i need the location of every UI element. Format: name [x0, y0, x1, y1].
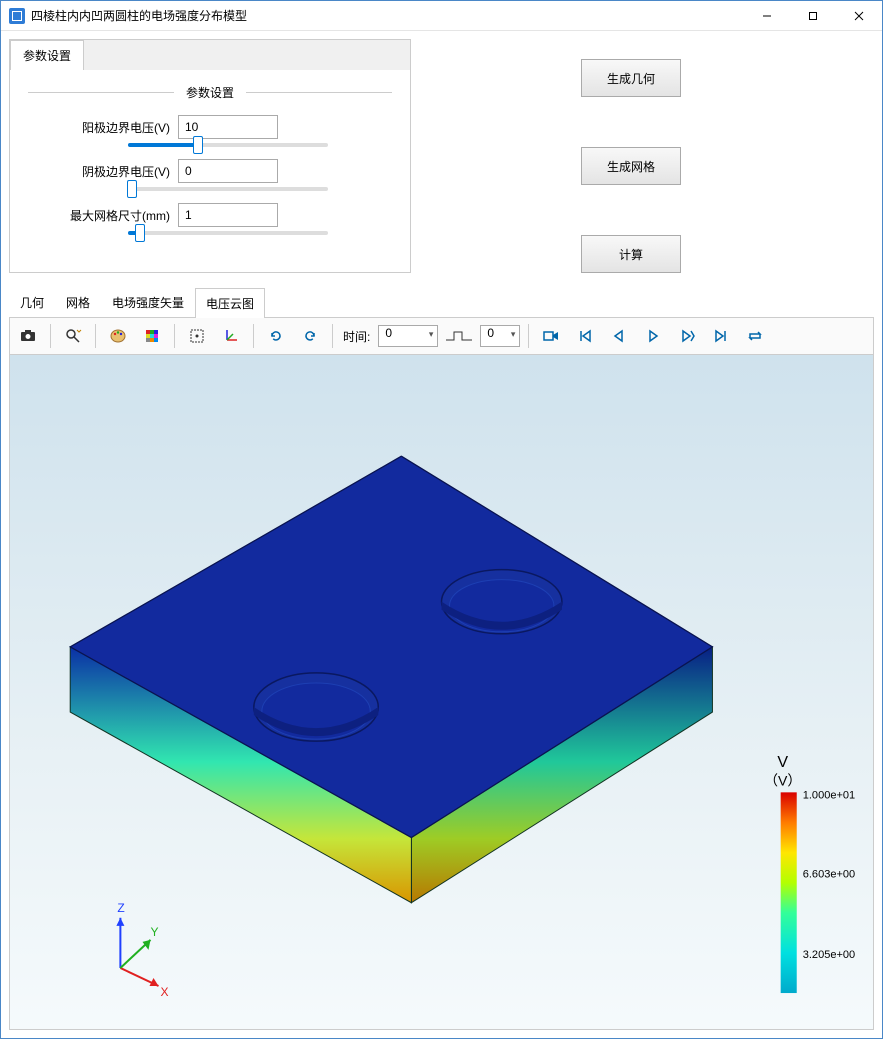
zoom-icon[interactable] — [59, 322, 87, 350]
cathode-voltage-input[interactable] — [178, 159, 278, 183]
svg-text:6.603e+00: 6.603e+00 — [803, 869, 855, 881]
3d-viewport[interactable]: V （V） — [9, 355, 874, 1030]
rotate-ccw-icon[interactable] — [262, 322, 290, 350]
mesh-size-input[interactable] — [178, 203, 278, 227]
rotate-cw-icon[interactable] — [296, 322, 324, 350]
tab-voltage-cloud[interactable]: 电压云图 — [195, 288, 265, 318]
tab-mesh[interactable]: 网格 — [55, 287, 101, 317]
tab-geometry[interactable]: 几何 — [9, 287, 55, 317]
color-legend: V （V） — [764, 753, 855, 993]
generate-geometry-button[interactable]: 生成几何 — [581, 59, 681, 97]
svg-text:V: V — [777, 753, 788, 771]
vis-tab-strip: 几何 网格 电场强度矢量 电压云图 — [9, 287, 874, 318]
tab-params[interactable]: 参数设置 — [10, 40, 84, 70]
step-waveform-icon — [444, 328, 474, 344]
palette-icon[interactable] — [104, 322, 132, 350]
svg-text:Y: Y — [150, 925, 158, 939]
mesh-size-label: 最大网格尺寸(mm) — [28, 207, 178, 224]
anode-voltage-slider[interactable] — [128, 143, 328, 147]
svg-text:1.000e+01: 1.000e+01 — [803, 789, 855, 801]
svg-text:Z: Z — [117, 901, 124, 915]
last-frame-icon[interactable] — [707, 322, 735, 350]
cathode-voltage-label: 阴极边界电压(V) — [28, 163, 178, 180]
param-tabset: 参数设置 参数设置 阳极边界电压(V) — [9, 39, 411, 273]
minimize-button[interactable] — [744, 1, 790, 31]
step-combo[interactable]: 0 — [480, 325, 520, 347]
viewer-toolbar: 时间: 0 0 — [9, 318, 874, 355]
fit-view-icon[interactable] — [183, 322, 211, 350]
play-icon[interactable] — [639, 322, 667, 350]
loop-icon[interactable] — [741, 322, 769, 350]
app-icon — [9, 8, 25, 24]
svg-text:（V）: （V） — [764, 772, 801, 788]
cathode-voltage-slider[interactable] — [128, 187, 328, 191]
screenshot-icon[interactable] — [14, 322, 42, 350]
window-title: 四棱柱内内凹两圆柱的电场强度分布模型 — [31, 7, 744, 24]
close-button[interactable] — [836, 1, 882, 31]
compute-button[interactable]: 计算 — [581, 235, 681, 273]
svg-text:X: X — [161, 985, 169, 999]
time-label: 时间: — [341, 328, 372, 345]
anode-voltage-label: 阳极边界电压(V) — [28, 119, 178, 136]
time-combo[interactable]: 0 — [378, 325, 438, 347]
mesh-size-slider[interactable] — [128, 231, 328, 235]
tab-efield-vector[interactable]: 电场强度矢量 — [101, 287, 195, 317]
maximize-button[interactable] — [790, 1, 836, 31]
record-icon[interactable] — [537, 322, 565, 350]
first-frame-icon[interactable] — [571, 322, 599, 350]
next-frame-icon[interactable] — [673, 322, 701, 350]
titlebar: 四棱柱内内凹两圆柱的电场强度分布模型 — [1, 1, 882, 31]
svg-text:3.205e+00: 3.205e+00 — [803, 949, 855, 961]
model-slab — [70, 456, 712, 903]
axes-triad: Z X Y — [116, 901, 168, 999]
param-group-legend: 参数设置 — [28, 84, 392, 101]
prev-frame-icon[interactable] — [605, 322, 633, 350]
generate-mesh-button[interactable]: 生成网格 — [581, 147, 681, 185]
colormap-icon[interactable] — [138, 322, 166, 350]
axes-icon[interactable] — [217, 322, 245, 350]
